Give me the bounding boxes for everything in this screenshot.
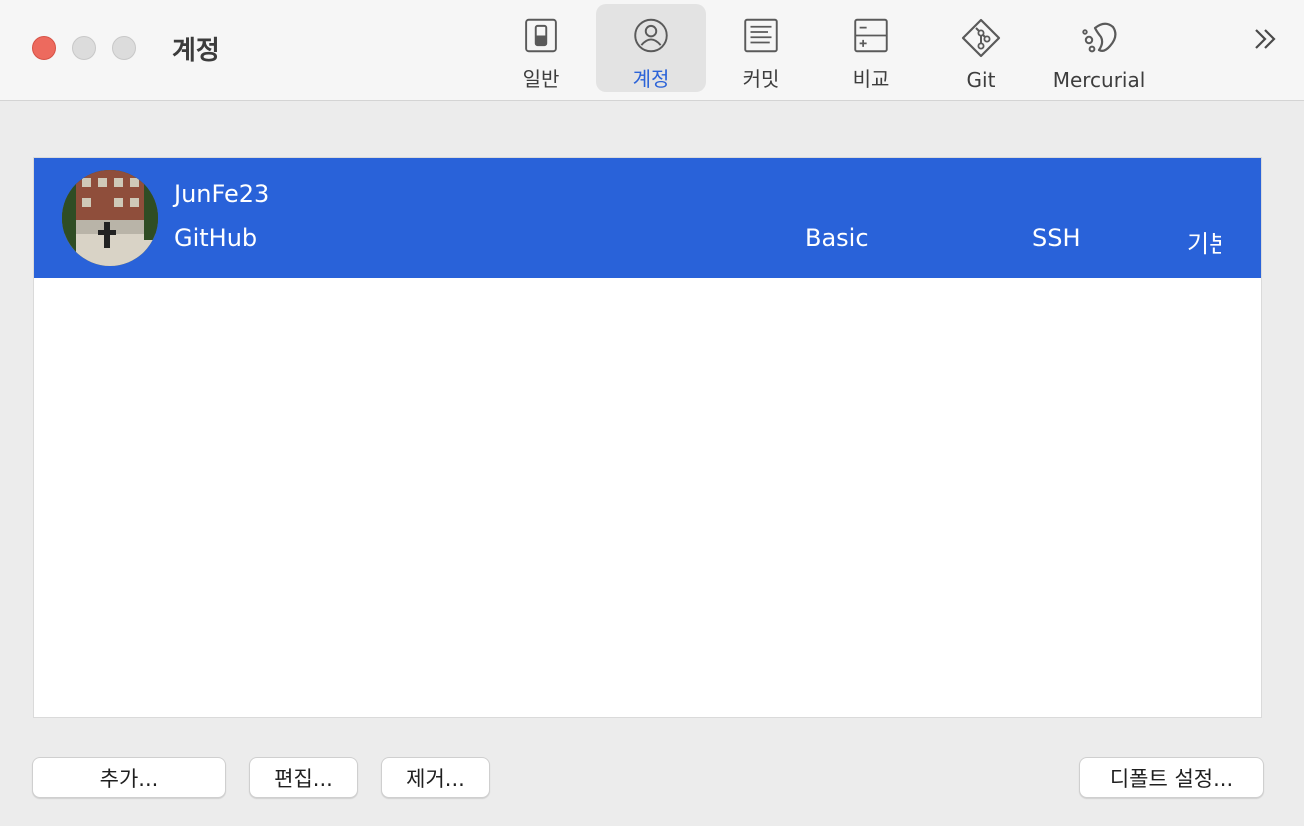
person-circle-icon [634,18,668,53]
account-host: GitHub [174,224,258,252]
tab-commit[interactable]: 커밋 [714,4,808,92]
remove-button[interactable]: 제거... [381,757,490,798]
account-username: JunFe23 [174,180,270,208]
tab-git-label: Git [966,68,996,92]
tab-commit-label: 커밋 [742,67,780,91]
avatar [62,170,158,266]
window-title: 계정 [172,36,220,66]
zoom-window-button[interactable] [112,36,136,60]
toolbar-overflow-button[interactable] [1250,24,1280,54]
accounts-list[interactable]: JunFe23 GitHub Basic SSH 기본 [33,157,1262,718]
tab-accounts[interactable]: 계정 [596,4,706,92]
minimize-window-button[interactable] [72,36,96,60]
tab-diff[interactable]: 비교 [824,4,918,92]
tab-general[interactable]: 일반 [494,4,588,92]
git-diamond-icon [961,18,1001,58]
account-protocol: SSH [1032,224,1081,252]
account-row[interactable]: JunFe23 GitHub Basic SSH 기본 [34,158,1261,278]
close-window-button[interactable] [32,36,56,60]
document-lines-icon [744,18,778,53]
tab-diff-label: 비교 [852,67,890,91]
tab-mercurial-label: Mercurial [1052,68,1146,92]
diff-icon [854,18,888,53]
tab-general-label: 일반 [522,67,560,91]
account-auth-type: Basic [805,224,869,252]
title-bar: 계정 일반 계정 커밋 비교 Git Mercurial [0,0,1304,101]
edit-button[interactable]: 편집... [249,757,358,798]
switch-icon [525,18,557,53]
mercurial-icon [1082,22,1117,53]
tab-accounts-label: 계정 [632,67,670,91]
account-default-flag: 기본 [1187,230,1221,258]
tab-mercurial[interactable]: Mercurial [1044,4,1154,92]
tab-git[interactable]: Git [934,4,1028,92]
set-default-button[interactable]: 디폴트 설정... [1079,757,1264,798]
double-chevron-right-icon [1255,29,1276,49]
add-button[interactable]: 추가... [32,757,226,798]
